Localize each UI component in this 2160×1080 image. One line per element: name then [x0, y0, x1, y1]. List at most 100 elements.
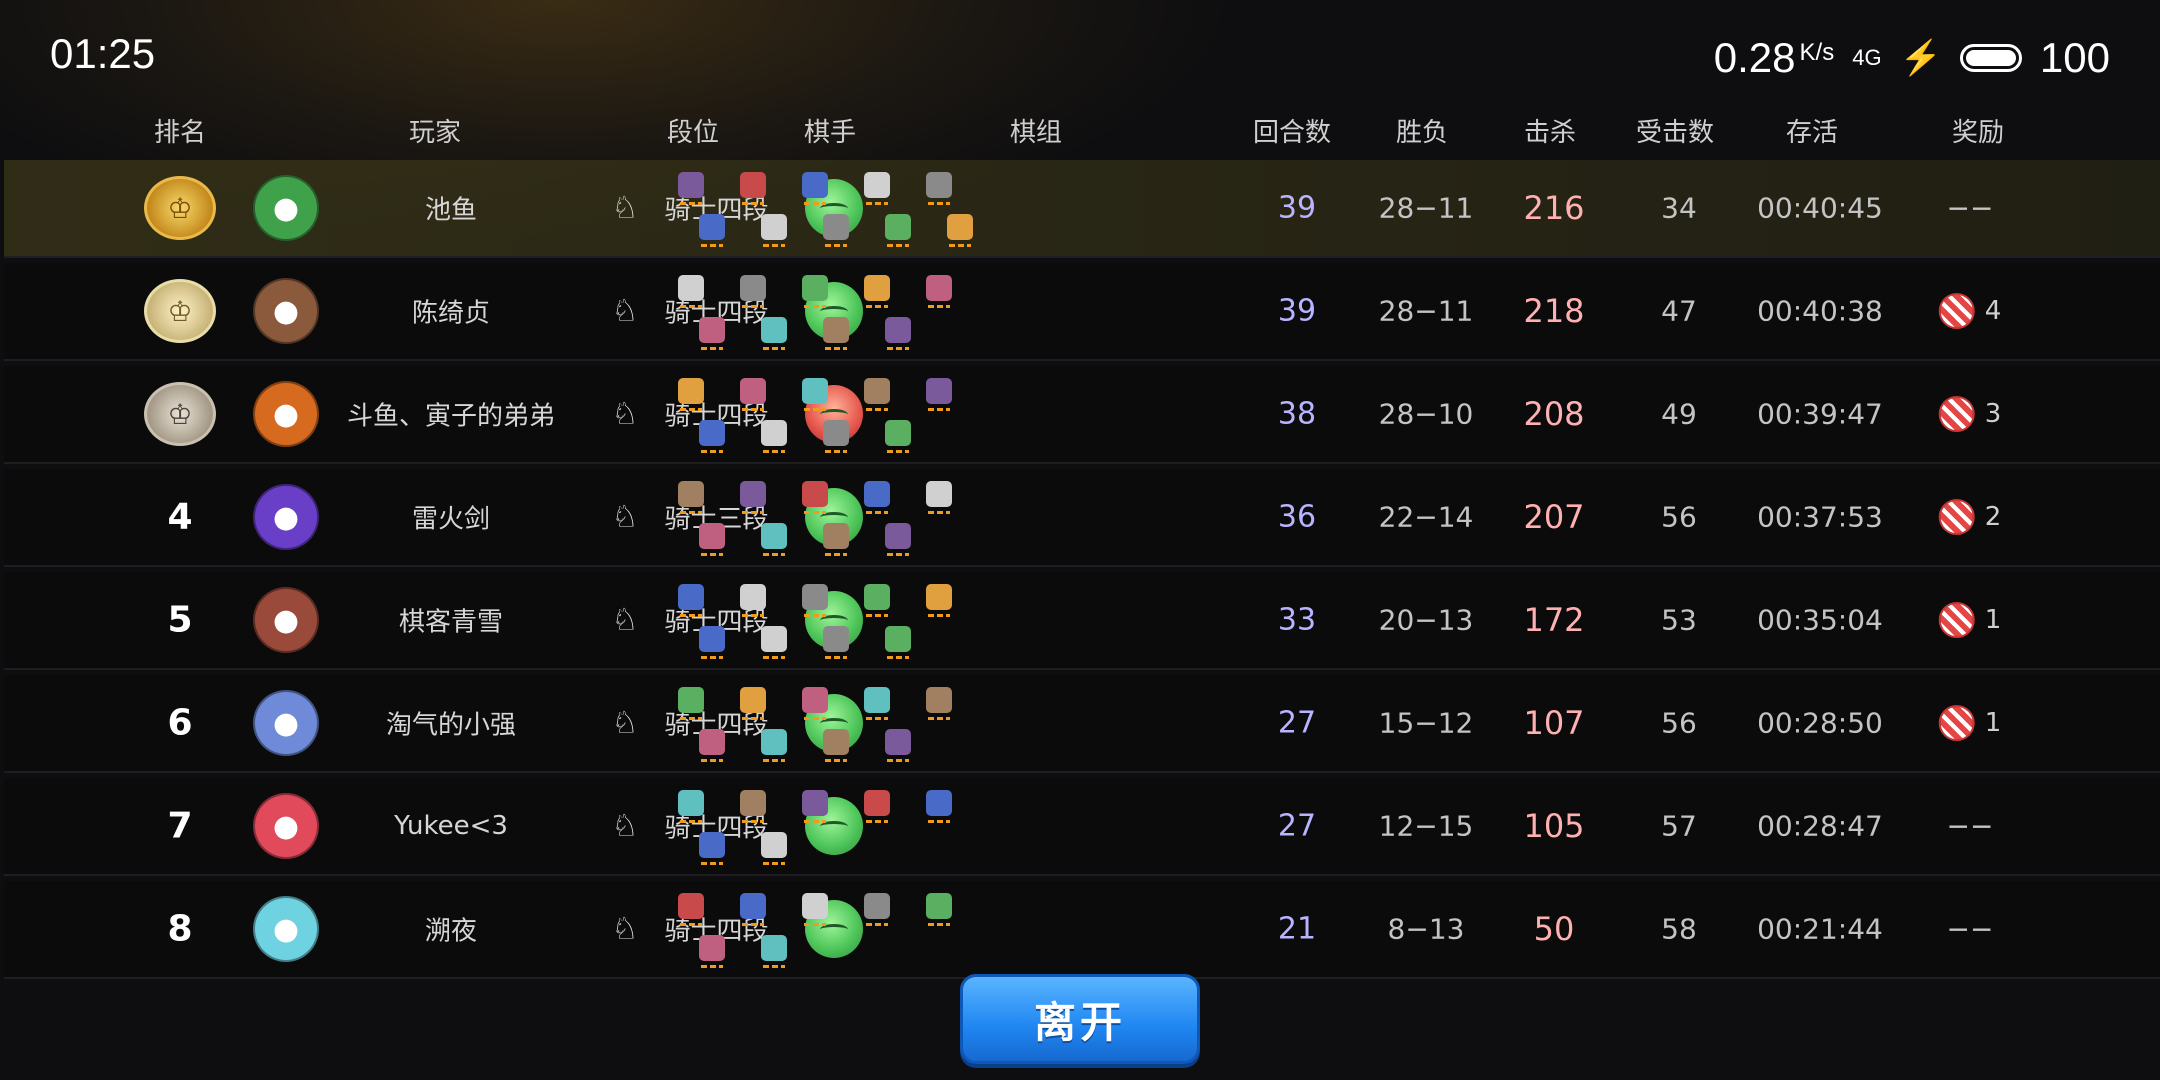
- champion-piece-icon: [885, 420, 911, 453]
- reward-value: −−: [1946, 809, 1994, 843]
- table-row: 5 ● 棋客青雪 ♘ 骑士四段 33 20−13 172 53 00:35:04…: [4, 572, 2160, 670]
- rank-number: 7: [167, 805, 193, 847]
- champion-piece-icon: [864, 687, 890, 720]
- knight-icon: ♘: [611, 396, 639, 432]
- hits-taken-value: 57: [1661, 809, 1697, 843]
- player-avatar[interactable]: ●: [253, 278, 319, 344]
- status-right: 0.28 K/s 4G ⚡ 100: [1714, 30, 2110, 86]
- champion-piece-icon: [740, 687, 766, 720]
- rank-number: 6: [167, 702, 193, 744]
- table-header: 排名 玩家 段位 棋手 棋组 回合数 胜负 击杀 受击数 存活 奖励: [0, 112, 2160, 156]
- rounds-value: 33: [1277, 602, 1317, 638]
- player-avatar[interactable]: ●: [253, 690, 319, 756]
- reward: 1: [1938, 602, 2001, 638]
- rounds-value: 39: [1277, 293, 1317, 329]
- champion-piece-icon: [802, 378, 828, 411]
- rank-number: 5: [167, 599, 193, 641]
- champion-piece-icon: [802, 584, 828, 617]
- survival-value: 00:40:38: [1757, 294, 1883, 328]
- knight-icon: ♘: [611, 705, 639, 741]
- champion-piece-icon: [802, 172, 828, 205]
- comp-pieces: [668, 572, 952, 668]
- knight-icon: ♘: [611, 190, 639, 226]
- champion-piece-icon: [823, 523, 849, 556]
- status-bar: 01:25 0.28 K/s 4G ⚡ 100: [0, 0, 2160, 110]
- header-kills: 击杀: [1523, 118, 1577, 148]
- player-avatar[interactable]: ●: [253, 587, 319, 653]
- player-avatar[interactable]: ●: [253, 175, 319, 241]
- table-row: 4 ● 雷火剑 ♘ 骑士三段 36 22−14 207 56 00:37:53 …: [4, 469, 2160, 567]
- candy-icon: [1938, 602, 1975, 638]
- player-name: 斗鱼、寅子的弟弟: [346, 401, 556, 432]
- winloss-value: 28−10: [1378, 397, 1474, 431]
- champion-piece-icon: [678, 790, 704, 823]
- survival-value: 00:40:45: [1757, 191, 1883, 225]
- header-rank: 排名: [153, 118, 207, 148]
- winloss-value: 8−13: [1387, 912, 1465, 946]
- champion-piece-icon: [864, 172, 890, 205]
- champion-piece-icon: [740, 172, 766, 205]
- champion-piece-icon: [823, 420, 849, 453]
- champion-piece-icon: [678, 172, 704, 205]
- player-name: 池鱼: [424, 195, 478, 226]
- knight-icon: ♘: [611, 808, 639, 844]
- champion-piece-icon: [761, 214, 787, 247]
- player-avatar[interactable]: ●: [253, 793, 319, 859]
- champion-piece-icon: [761, 729, 787, 762]
- rounds-value: 39: [1277, 190, 1317, 226]
- leaderboard: ♔ ● 池鱼 ♘ 骑士四段 39 28−11 216 34 00:40:45 −…: [4, 160, 2160, 984]
- knight-icon: ♘: [611, 911, 639, 947]
- reward: 1: [1938, 705, 2001, 741]
- hits-taken-value: 56: [1661, 500, 1697, 534]
- charging-icon: ⚡: [1899, 39, 1942, 77]
- survival-value: 00:39:47: [1757, 397, 1883, 431]
- champion-piece-icon: [823, 626, 849, 659]
- champion-piece-icon: [926, 687, 952, 720]
- player-name: 溯夜: [424, 916, 478, 947]
- winloss-value: 15−12: [1378, 706, 1474, 740]
- candy-icon: [1938, 705, 1975, 741]
- champion-piece-icon: [699, 729, 725, 762]
- reward: 4: [1938, 293, 2001, 329]
- survival-value: 00:21:44: [1757, 912, 1883, 946]
- reward-value: −−: [1946, 912, 1994, 946]
- champion-piece-icon: [926, 584, 952, 617]
- player-avatar[interactable]: ●: [253, 896, 319, 962]
- champion-piece-icon: [802, 687, 828, 720]
- champion-piece-icon: [740, 378, 766, 411]
- winloss-value: 28−11: [1378, 191, 1474, 225]
- rank-medal-icon: ♔: [144, 382, 216, 446]
- rounds-value: 27: [1277, 808, 1317, 844]
- kills-value: 107: [1523, 704, 1585, 742]
- winloss-value: 28−11: [1378, 294, 1474, 328]
- champion-piece-icon: [699, 626, 725, 659]
- champion-piece-icon: [823, 729, 849, 762]
- rank-medal-icon: ♔: [144, 279, 216, 343]
- header-hits-taken: 受击数: [1635, 118, 1715, 148]
- knight-icon: ♘: [611, 293, 639, 329]
- candy-icon: [1938, 293, 1975, 329]
- player-name: 陈绮贞: [411, 298, 491, 329]
- knight-icon: ♘: [611, 602, 639, 638]
- champion-piece-icon: [926, 275, 952, 308]
- hits-taken-value: 34: [1661, 191, 1697, 225]
- champion-piece-icon: [926, 378, 952, 411]
- comp-pieces: [668, 778, 952, 874]
- table-row: 6 ● 淘气的小强 ♘ 骑士四段 27 15−12 107 56 00:28:5…: [4, 675, 2160, 773]
- champion-piece-icon: [740, 481, 766, 514]
- kills-value: 172: [1523, 601, 1585, 639]
- kills-value: 208: [1523, 395, 1585, 433]
- champion-piece-icon: [885, 214, 911, 247]
- player-avatar[interactable]: ●: [253, 381, 319, 447]
- clock: 01:25: [50, 30, 156, 77]
- player-avatar[interactable]: ●: [253, 484, 319, 550]
- champion-piece-icon: [823, 214, 849, 247]
- comp-pieces: [668, 160, 973, 256]
- champion-piece-icon: [802, 790, 828, 823]
- leave-button[interactable]: 离开: [960, 974, 1200, 1064]
- kills-value: 216: [1523, 189, 1585, 227]
- battery-icon: [1959, 44, 2022, 72]
- battery-level: 100: [2039, 34, 2110, 81]
- header-tactician: 棋手: [803, 118, 857, 148]
- champion-piece-icon: [926, 790, 952, 823]
